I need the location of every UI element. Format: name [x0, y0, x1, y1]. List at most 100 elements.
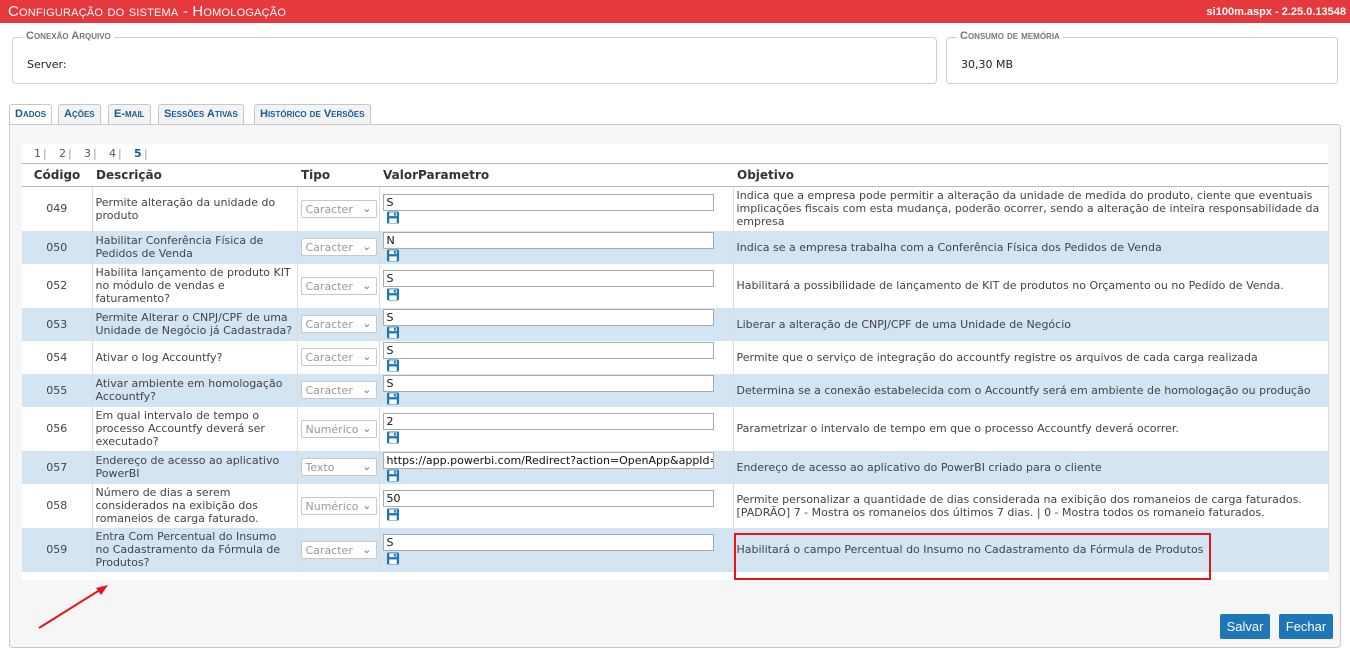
table-row: 056 Em qual intervalo de tempo o processo…	[22, 406, 1329, 451]
row-type-cell: Caracter ⌄	[297, 186, 380, 231]
close-button[interactable]: Fechar	[1279, 614, 1333, 639]
save-icon[interactable]	[386, 326, 400, 339]
save-icon[interactable]	[386, 392, 400, 405]
row-value-cell: S	[379, 340, 734, 374]
row-objective: Liberar a alteração de CNPJ/CPF de uma U…	[733, 307, 1329, 341]
row-objective: Parametrizar o intervalo de tempo em que…	[733, 406, 1329, 451]
row-type-cell: Caracter ⌄	[297, 263, 380, 308]
page-link-2[interactable]: 2	[59, 147, 66, 160]
pager-separator: |	[144, 147, 148, 160]
row-description: Permite Alterar o CNPJ/CPF de uma Unidad…	[92, 307, 298, 341]
type-select[interactable]: Caracter ⌄	[300, 348, 377, 366]
chevron-down-icon: ⌄	[362, 498, 372, 512]
tab-email[interactable]: E-mail	[108, 104, 151, 125]
type-select[interactable]: Caracter ⌄	[300, 381, 377, 399]
table-row: 049 Permite alteração da unidade do produ…	[22, 186, 1329, 231]
page-link-3[interactable]: 3	[84, 147, 91, 160]
pager-separator: |	[118, 147, 122, 160]
save-icon[interactable]	[386, 288, 400, 301]
save-icon[interactable]	[386, 469, 400, 482]
type-select[interactable]: Caracter ⌄	[300, 540, 377, 559]
save-icon[interactable]	[386, 249, 400, 262]
page-title: Configuração do sistema - Homologação	[8, 3, 287, 20]
row-value-cell: S	[379, 186, 734, 231]
save-icon[interactable]	[386, 431, 400, 444]
value-input[interactable]: S	[382, 341, 714, 359]
title-bar: Configuração do sistema - Homologação si…	[0, 0, 1350, 23]
save-icon[interactable]	[386, 359, 400, 372]
value-input[interactable]: S	[382, 374, 714, 392]
page-link-4[interactable]: 4	[109, 147, 116, 160]
table-row: 058 Número de dias a serem considerados n…	[22, 483, 1329, 528]
value-input[interactable]: 2	[382, 413, 714, 431]
chevron-down-icon: ⌄	[362, 278, 372, 292]
table-row: 053 Permite Alterar o CNPJ/CPF de uma Uni…	[22, 307, 1329, 341]
row-code: 054	[22, 340, 93, 374]
tab-acoes[interactable]: Ações	[58, 104, 101, 125]
row-value-cell: S	[379, 527, 734, 572]
chevron-down-icon: ⌄	[362, 542, 372, 556]
type-select[interactable]: Caracter ⌄	[300, 315, 377, 333]
row-type-cell: Caracter ⌄	[297, 307, 380, 341]
row-objective: Permite que o serviço de integração do a…	[733, 340, 1329, 374]
row-code: 056	[22, 406, 93, 451]
row-value-cell: S	[379, 263, 734, 308]
value-input[interactable]: S	[382, 270, 714, 288]
tab-dados[interactable]: Dados	[9, 104, 53, 126]
value-input[interactable]: 50	[382, 490, 714, 508]
row-type-cell: Caracter ⌄	[297, 527, 380, 572]
row-type-cell: Numérico ⌄	[297, 406, 380, 451]
tab-sessoes-ativas[interactable]: Sessões Ativas	[158, 104, 244, 125]
row-description: Habilitar Conferência Física de Pedidos …	[92, 230, 298, 264]
type-select[interactable]: Texto ⌄	[300, 458, 377, 476]
row-description: Número de dias a serem considerados na e…	[92, 483, 298, 528]
row-type-cell: Numérico ⌄	[297, 483, 380, 528]
save-icon[interactable]	[386, 508, 400, 521]
table-row: 057 Endereço de acesso ao aplicativo Powe…	[22, 450, 1329, 484]
table-header-row: Código Descrição Tipo ValorParametro Obj…	[22, 163, 1328, 187]
type-select[interactable]: Numérico ⌄	[300, 496, 377, 515]
row-value-cell: S	[379, 373, 734, 407]
row-value-cell: S	[379, 307, 734, 341]
header-description: Descrição	[92, 163, 297, 187]
type-select[interactable]: Caracter ⌄	[300, 199, 377, 218]
row-description: Endereço de acesso ao aplicativo PowerBI	[92, 450, 298, 484]
value-input[interactable]: S	[382, 534, 714, 552]
row-code: 055	[22, 373, 93, 407]
header-objective: Objetivo	[733, 163, 1328, 187]
save-icon[interactable]	[386, 552, 400, 565]
value-input[interactable]: https://app.powerbi.com/Redirect?action=…	[382, 451, 714, 469]
value-input[interactable]: N	[382, 231, 714, 249]
chevron-down-icon: ⌄	[362, 460, 372, 473]
value-input[interactable]: S	[382, 193, 714, 211]
row-value-cell: 50	[379, 483, 734, 528]
row-description: Habilita lançamento de produto KIT no mó…	[92, 263, 298, 308]
row-code: 049	[22, 186, 93, 231]
page-link-1[interactable]: 1	[34, 147, 41, 160]
table-row: 050 Habilitar Conferência Física de Pedid…	[22, 230, 1329, 264]
chevron-down-icon: ⌄	[362, 201, 372, 215]
tab-historico-versoes[interactable]: Histórico de Versões	[254, 104, 371, 125]
row-value-cell: https://app.powerbi.com/Redirect?action=…	[379, 450, 734, 484]
table-row: 055 Ativar ambiente em homologação Accoun…	[22, 373, 1329, 407]
row-objective: Indica que a empresa pode permitir a alt…	[733, 186, 1329, 231]
value-input[interactable]: S	[382, 308, 714, 326]
row-objective: Habilitará a possibilidade de lançamento…	[733, 263, 1329, 308]
save-icon[interactable]	[386, 211, 400, 224]
row-objective: Endereço de acesso ao aplicativo do Powe…	[733, 450, 1329, 484]
row-code: 052	[22, 263, 93, 308]
type-select[interactable]: Caracter ⌄	[300, 276, 377, 295]
row-code: 053	[22, 307, 93, 341]
page-link-5-current: 5	[134, 147, 142, 160]
type-select[interactable]: Caracter ⌄	[300, 238, 377, 256]
type-select-value: Caracter	[305, 384, 353, 397]
version-label: si100m.aspx - 2.25.0.13548	[1206, 6, 1346, 18]
type-select-value: Caracter	[305, 351, 353, 364]
chevron-down-icon: ⌄	[362, 421, 372, 435]
chevron-down-icon: ⌄	[362, 350, 372, 363]
highlight-box	[734, 533, 1211, 580]
row-description: Ativar ambiente em homologação Accountfy…	[92, 373, 298, 407]
table-row: 054 Ativar o log Accountfy? Caracter ⌄ S Perm…	[22, 340, 1329, 374]
save-button[interactable]: Salvar	[1220, 614, 1270, 639]
type-select[interactable]: Numérico ⌄	[300, 419, 377, 438]
